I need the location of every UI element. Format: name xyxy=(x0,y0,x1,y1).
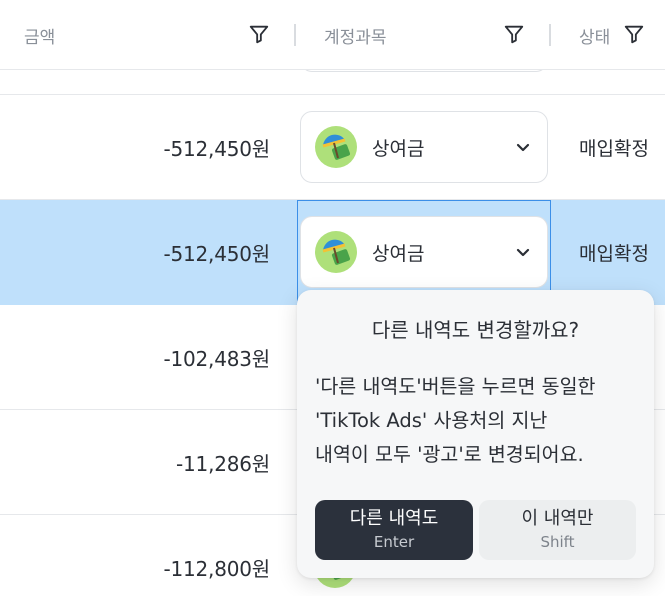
column-divider[interactable] xyxy=(294,24,296,46)
chevron-down-icon xyxy=(516,248,530,257)
popover-title: 다른 내역도 변경할까요? xyxy=(371,318,580,342)
column-divider[interactable] xyxy=(549,24,551,46)
popover-message-line: 내역이 모두 '광고'로 변경되어요. xyxy=(315,443,584,466)
table-row[interactable]: -512,450원 상여금 매입확정 xyxy=(0,95,665,200)
amount-cell: -112,800원 xyxy=(163,556,270,581)
status-cell: 매입확정 xyxy=(579,242,649,265)
amount-cell: -512,450원 xyxy=(163,241,270,266)
shortcut-hint: Enter xyxy=(373,533,415,551)
button-label: 이 내역만 xyxy=(521,508,594,529)
category-label: 상여금 xyxy=(372,242,425,265)
table-header: 금액 계정과목 상태 xyxy=(0,0,665,70)
popover-message-line: '다른 내역도'버튼을 누르면 동일한 xyxy=(315,375,596,398)
column-header-account: 계정과목 xyxy=(324,0,387,70)
filter-icon[interactable] xyxy=(248,23,270,45)
confirm-popover: 다른 내역도 변경할까요? '다른 내역도'버튼을 누르면 동일한 'TikTo… xyxy=(297,290,654,578)
button-label: 다른 내역도 xyxy=(349,508,439,529)
column-header-label: 상태 xyxy=(579,27,611,48)
status-cell: 매입확정 xyxy=(579,137,649,160)
column-header-status: 상태 xyxy=(579,0,610,70)
amount-cell: -11,286원 xyxy=(176,451,270,476)
money-umbrella-icon xyxy=(315,231,357,273)
chevron-down-icon xyxy=(516,143,530,152)
popover-message-line: 'TikTok Ads' 사용처의 지난 xyxy=(315,409,548,432)
column-header-amount: 금액 xyxy=(24,0,55,70)
amount-cell: -102,483원 xyxy=(163,346,270,371)
amount-cell: -512,450원 xyxy=(163,136,270,161)
category-select[interactable]: 상여금 xyxy=(300,216,548,288)
filter-icon[interactable] xyxy=(623,23,645,45)
filter-icon[interactable] xyxy=(503,23,525,45)
popover-message: '다른 내역도'버튼을 누르면 동일한 'TikTok Ads' 사용처의 지난… xyxy=(315,370,645,472)
transactions-table: 금액 계정과목 상태 -512,450원 상여금 매입확정 -512,450원 … xyxy=(0,0,665,596)
column-header-label: 계정과목 xyxy=(324,27,387,48)
this-only-button[interactable]: 이 내역만 Shift xyxy=(479,500,636,560)
apply-to-others-button[interactable]: 다른 내역도 Enter xyxy=(315,500,473,560)
category-label: 상여금 xyxy=(372,137,425,160)
category-select[interactable]: 상여금 xyxy=(300,111,548,183)
column-header-label: 금액 xyxy=(24,27,56,48)
shortcut-hint: Shift xyxy=(540,533,575,551)
money-umbrella-icon xyxy=(315,126,357,168)
